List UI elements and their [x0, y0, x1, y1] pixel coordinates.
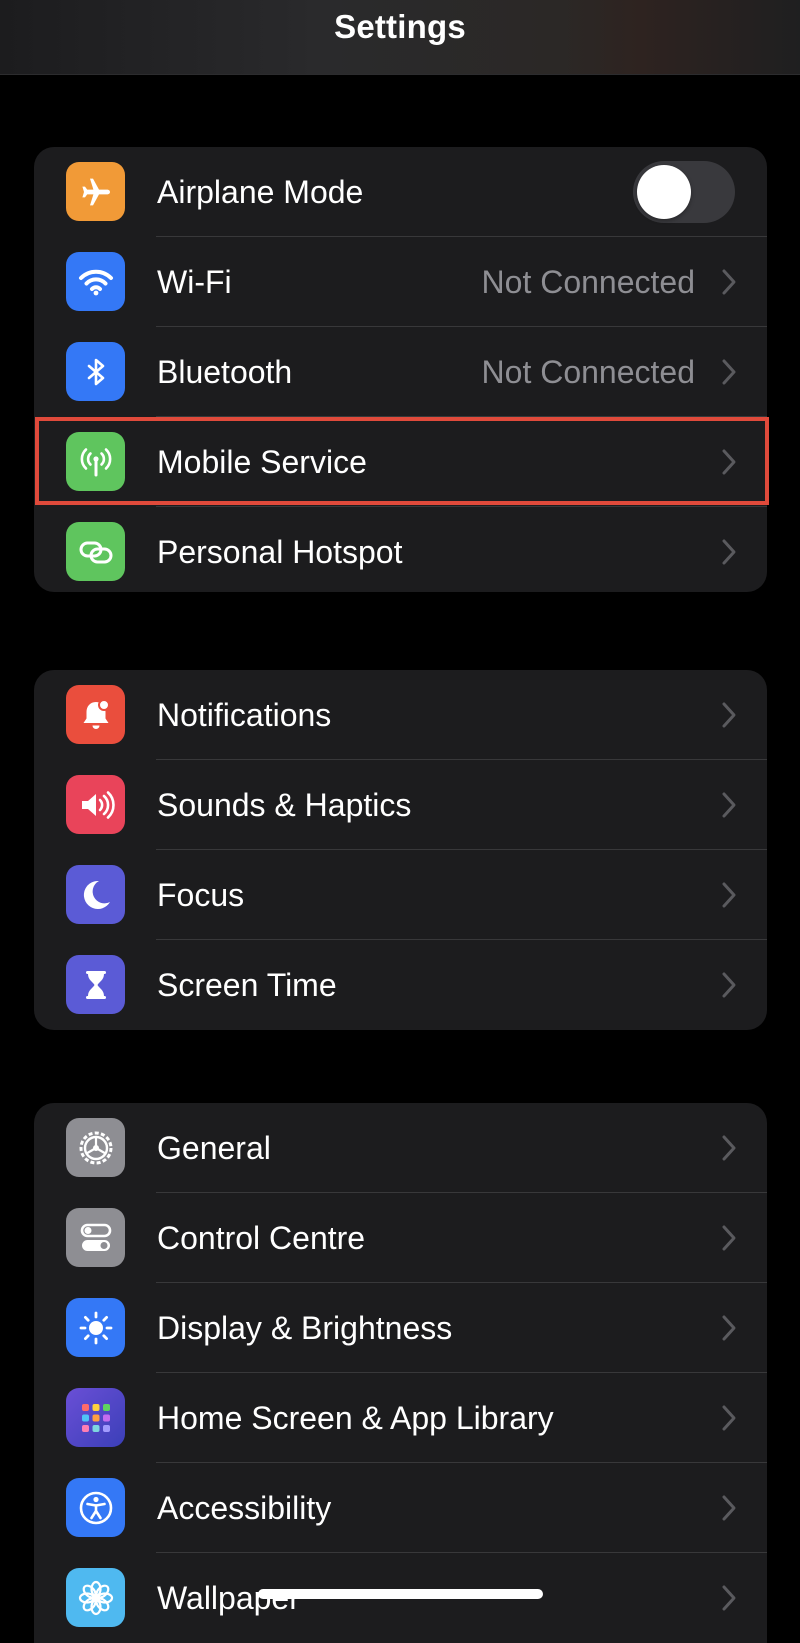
airplane-icon: [66, 162, 125, 221]
settings-row-home-screen[interactable]: Home Screen & App Library: [34, 1373, 767, 1463]
chevron-right-icon: [722, 1405, 736, 1431]
display-brightness-label: Display & Brightness: [157, 1310, 453, 1346]
settings-row-wifi[interactable]: Wi-Fi Not Connected: [34, 237, 767, 327]
chevron-right-icon: [722, 1585, 736, 1611]
gear-icon: [66, 1118, 125, 1177]
settings-row-general[interactable]: General: [34, 1103, 767, 1193]
settings-row-control-centre[interactable]: Control Centre: [34, 1193, 767, 1283]
toggle-knob: [637, 165, 691, 219]
airplane-mode-toggle[interactable]: [633, 161, 735, 223]
home-indicator[interactable]: [258, 1589, 543, 1599]
general-label: General: [157, 1130, 271, 1166]
hourglass-icon: [66, 955, 125, 1014]
bluetooth-label: Bluetooth: [157, 354, 293, 390]
settings-row-focus[interactable]: Focus: [34, 850, 767, 940]
bell-icon: [66, 685, 125, 744]
accessibility-icon: [66, 1478, 125, 1537]
settings-row-personal-hotspot[interactable]: Personal Hotspot: [34, 507, 767, 592]
chevron-right-icon: [722, 792, 736, 818]
settings-group-alerts: Notifications Sounds & Haptics Focus Scr…: [34, 670, 767, 1030]
chevron-right-icon: [722, 1135, 736, 1161]
screen-time-label: Screen Time: [157, 967, 337, 1003]
accessibility-label: Accessibility: [157, 1490, 332, 1526]
settings-row-bluetooth[interactable]: Bluetooth Not Connected: [34, 327, 767, 417]
chevron-right-icon: [722, 269, 736, 295]
home-screen-label: Home Screen & App Library: [157, 1400, 554, 1436]
notifications-label: Notifications: [157, 697, 332, 733]
page-title: Settings: [334, 8, 466, 45]
toggles-icon: [66, 1208, 125, 1267]
app-grid-icon: [66, 1388, 125, 1447]
bluetooth-icon: [66, 342, 125, 401]
nav-bar: Settings: [0, 0, 800, 75]
antenna-icon: [66, 432, 125, 491]
moon-icon: [66, 865, 125, 924]
control-centre-label: Control Centre: [157, 1220, 366, 1256]
sounds-haptics-label: Sounds & Haptics: [157, 787, 412, 823]
wifi-icon: [66, 252, 125, 311]
sun-icon: [66, 1298, 125, 1357]
airplane-mode-label: Airplane Mode: [157, 174, 364, 210]
settings-row-display-brightness[interactable]: Display & Brightness: [34, 1283, 767, 1373]
flower-icon: [66, 1568, 125, 1627]
settings-row-mobile-service[interactable]: Mobile Service: [34, 417, 767, 507]
mobile-service-label: Mobile Service: [157, 444, 367, 480]
settings-row-airplane-mode: Airplane Mode: [34, 147, 767, 237]
settings-row-sounds-haptics[interactable]: Sounds & Haptics: [34, 760, 767, 850]
wifi-label: Wi-Fi: [157, 264, 232, 300]
speaker-icon: [66, 775, 125, 834]
focus-label: Focus: [157, 877, 245, 913]
settings-row-notifications[interactable]: Notifications: [34, 670, 767, 760]
chevron-right-icon: [722, 1315, 736, 1341]
settings-row-screen-time[interactable]: Screen Time: [34, 940, 767, 1030]
bluetooth-status: Not Connected: [481, 354, 695, 390]
personal-hotspot-label: Personal Hotspot: [157, 534, 403, 570]
link-icon: [66, 522, 125, 581]
settings-group-system: General Control Centre Display & Brightn…: [34, 1103, 767, 1643]
settings-row-accessibility[interactable]: Accessibility: [34, 1463, 767, 1553]
chevron-right-icon: [722, 972, 736, 998]
wifi-status: Not Connected: [481, 264, 695, 300]
chevron-right-icon: [722, 449, 736, 475]
chevron-right-icon: [722, 1225, 736, 1251]
chevron-right-icon: [722, 539, 736, 565]
chevron-right-icon: [722, 702, 736, 728]
chevron-right-icon: [722, 882, 736, 908]
chevron-right-icon: [722, 1495, 736, 1521]
chevron-right-icon: [722, 359, 736, 385]
settings-group-connectivity: Airplane Mode Wi-Fi Not Connected Blueto…: [34, 147, 767, 592]
